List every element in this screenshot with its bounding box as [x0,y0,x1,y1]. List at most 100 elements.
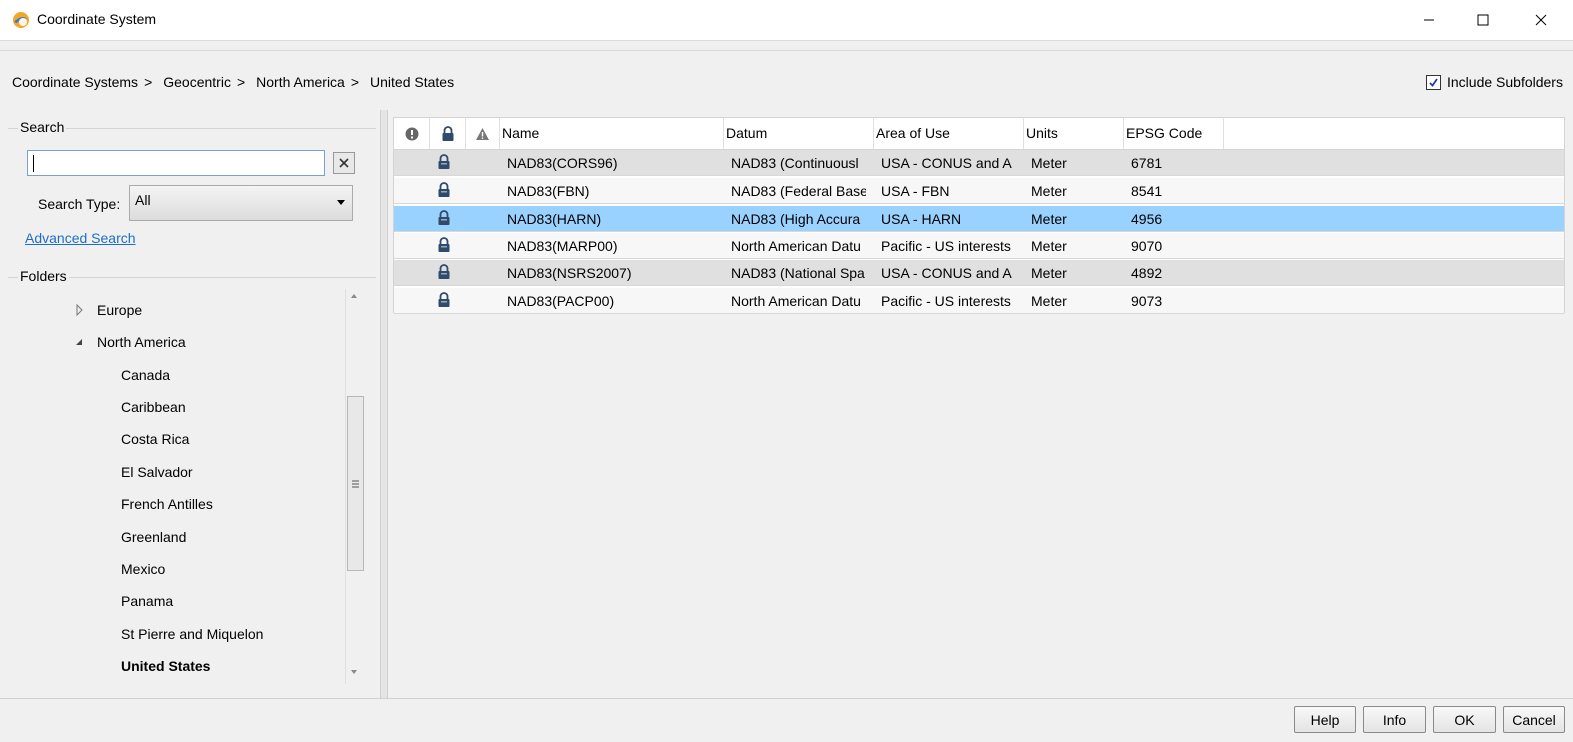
maximize-button[interactable] [1457,0,1509,40]
lock-icon [438,182,450,197]
table-row[interactable]: NAD83(CORS96) NAD83 (Continuousl USA - C… [394,150,1564,176]
include-subfolders-option[interactable]: Include Subfolders [1426,74,1563,90]
folder-tree-scrollbar[interactable] [345,289,366,684]
cell-datum: North American Datu [731,238,861,254]
breadcrumb-separator: > [236,74,246,90]
cell-datum: NAD83 (Continuousl [731,155,859,171]
column-header-units[interactable]: Units [1024,118,1124,149]
cell-units: Meter [1031,211,1067,227]
cell-units: Meter [1031,265,1067,281]
cell-datum: NAD83 (Federal Base [731,183,866,199]
text-caret [33,155,34,172]
breadcrumb-item-coordinate-systems[interactable]: Coordinate Systems [12,74,138,90]
lock-column-header[interactable] [430,118,466,149]
include-subfolders-checkbox[interactable] [1426,74,1441,90]
cell-epsg-code: 8541 [1131,183,1163,199]
breadcrumb-separator: > [350,74,360,90]
cell-datum: NAD83 (High Accura [731,211,861,227]
cell-area-of-use: USA - HARN [881,211,962,227]
collapse-arrow-icon[interactable] [74,326,86,358]
info-column-header[interactable] [394,118,430,149]
table-row[interactable]: NAD83(MARP00) North American Datu Pacifi… [394,233,1564,259]
column-header-datum[interactable]: Datum [724,118,874,149]
tree-item-label: North America [97,334,186,350]
cell-epsg-code: 6781 [1131,155,1163,171]
breadcrumb: Coordinate Systems > Geocentric > North … [12,74,454,90]
cell-area-of-use: Pacific - US interests [881,293,1011,309]
breadcrumb-separator: > [144,74,153,90]
warning-column-header[interactable] [466,118,500,149]
scroll-up-arrow-icon[interactable] [351,294,357,298]
info-icon [405,127,418,140]
grid-header: Name Datum Area of Use Units EPSG Code [394,118,1564,150]
lock-icon [438,154,450,169]
tree-item-french-antilles[interactable]: French Antilles [121,488,213,520]
toolbar-band [0,41,1573,51]
cell-name: NAD83(PACP00) [507,293,615,309]
cell-area-of-use: USA - FBN [881,183,950,199]
cell-area-of-use: USA - CONUS and A [881,265,1012,281]
table-row-selected[interactable]: NAD83(HARN) NAD83 (High Accura USA - HAR… [394,206,1564,232]
breadcrumb-item-united-states[interactable]: United States [370,74,454,90]
app-logo-icon [13,12,29,28]
folder-tree: Europe North America Canada Caribbean Co… [10,289,345,684]
breadcrumb-item-geocentric[interactable]: Geocentric [163,74,231,90]
checkmark-icon [1429,77,1438,87]
tree-item-caribbean[interactable]: Caribbean [121,391,186,423]
table-row[interactable]: NAD83(PACP00) North American Datu Pacifi… [394,288,1564,314]
cell-epsg-code: 4956 [1131,211,1163,227]
search-type-value: All [135,192,151,208]
tree-item-mexico[interactable]: Mexico [121,553,165,585]
close-button[interactable] [1515,0,1567,40]
lock-icon [438,237,450,252]
cell-name: NAD83(MARP00) [507,238,618,254]
tree-item-label: Europe [97,302,143,318]
search-group-label: Search [18,119,67,135]
cell-area-of-use: USA - CONUS and A [881,155,1012,171]
cell-name: NAD83(HARN) [507,211,602,227]
clear-search-button[interactable] [333,152,355,174]
advanced-search-link[interactable]: Advanced Search [25,230,136,246]
cell-datum: North American Datu [731,293,861,309]
tree-item-europe[interactable]: Europe [74,294,142,326]
maximize-icon [1477,14,1489,26]
warning-icon [476,127,489,140]
column-header-name[interactable]: Name [500,118,724,149]
tree-item-el-salvador[interactable]: El Salvador [121,456,193,488]
lock-icon [438,292,450,307]
tree-item-united-states[interactable]: United States [121,650,210,682]
breadcrumb-item-north-america[interactable]: North America [256,74,345,90]
ok-button[interactable]: OK [1433,706,1496,733]
tree-item-st-pierre-and-miquelon[interactable]: St Pierre and Miquelon [121,618,263,650]
minimize-icon [1424,19,1434,21]
tree-item-greenland[interactable]: Greenland [121,521,186,553]
panel-splitter[interactable] [380,110,388,698]
window-title: Coordinate System [37,11,157,27]
column-header-epsg-code[interactable]: EPSG Code [1124,118,1224,149]
folders-group-label: Folders [18,268,69,284]
help-button[interactable]: Help [1294,706,1356,733]
include-subfolders-label: Include Subfolders [1447,74,1563,90]
table-row[interactable]: NAD83(NSRS2007) NAD83 (National Spa USA … [394,260,1564,286]
scroll-down-arrow-icon[interactable] [351,670,357,674]
lock-icon [442,125,453,141]
minimize-button[interactable] [1403,0,1455,40]
grip-icon [352,480,359,487]
search-type-select[interactable]: All [129,185,353,221]
tree-item-north-america[interactable]: North America [74,326,186,358]
column-header-area-of-use[interactable]: Area of Use [874,118,1024,149]
cancel-button[interactable]: Cancel [1503,706,1565,733]
cell-units: Meter [1031,238,1067,254]
cell-name: NAD83(CORS96) [507,155,618,171]
info-button[interactable]: Info [1363,706,1426,733]
tree-item-costa-rica[interactable]: Costa Rica [121,423,189,455]
tree-item-panama[interactable]: Panama [121,585,173,617]
tree-item-canada[interactable]: Canada [121,359,170,391]
cell-name: NAD83(FBN) [507,183,590,199]
scrollbar-thumb[interactable] [347,396,364,571]
lock-icon [438,210,450,225]
search-input[interactable] [27,150,325,176]
table-row[interactable]: NAD83(FBN) NAD83 (Federal Base USA - FBN… [394,178,1564,204]
expand-arrow-icon[interactable] [74,294,86,326]
cell-epsg-code: 9070 [1131,238,1163,254]
